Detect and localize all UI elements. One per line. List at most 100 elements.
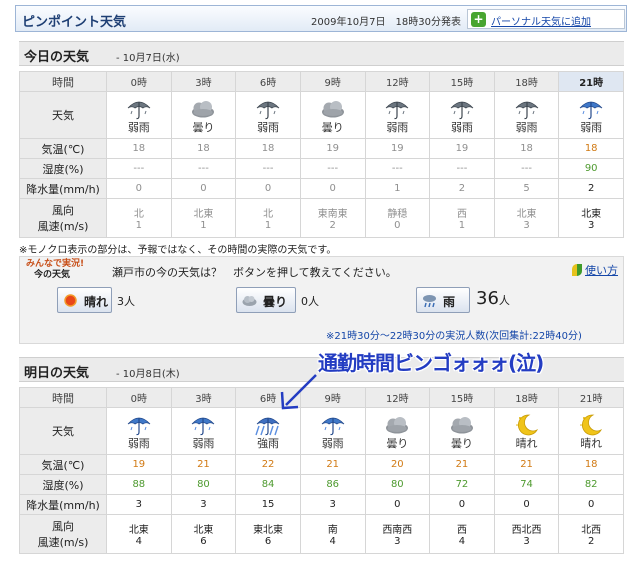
precipitation-cell: 0: [235, 178, 301, 199]
rain-count-unit: 人: [498, 294, 510, 307]
hour-cell: 18時: [493, 387, 560, 408]
humidity-cell: 84: [235, 474, 301, 495]
hour-cell: 15時: [429, 387, 495, 408]
wind-cell: 東北東 6: [235, 514, 301, 554]
precipitation-cell: 3: [170, 494, 237, 515]
weather-cell: 弱雨: [493, 91, 560, 139]
humidity-cell: 88: [106, 474, 172, 495]
beginner-leaf-icon: [572, 264, 582, 276]
header-bar: ピンポイント天気 2009年10月7日 18時30分発表 + パーソナル天気に追…: [15, 5, 627, 32]
wind-cell: 西南西 3: [364, 514, 431, 554]
umbrella-icon: [127, 101, 151, 119]
wind-cell: 北西 2: [558, 514, 624, 554]
label-weather: 天気: [19, 91, 107, 139]
temperature-cell: 18: [558, 138, 624, 159]
tomorrow-date: - 10月8日(木): [116, 369, 180, 380]
vote-rain-label: 雨: [443, 295, 456, 309]
label-precipitation: 降水量(mm/h): [19, 178, 107, 199]
vote-rain-button[interactable]: 雨: [416, 287, 470, 313]
hour-cell: 6時: [235, 71, 301, 92]
weather-cell: 弱雨: [558, 91, 624, 139]
umbrella-icon: [450, 101, 474, 119]
umbrella-icon: [192, 417, 215, 435]
heavy-rain-icon: [255, 417, 280, 435]
temperature-cell: 21: [493, 454, 560, 475]
live-report-badge: みんなで実況! 今の天気: [26, 259, 86, 281]
humidity-row: 湿度(%) --- --- --- --- --- --- --- 90: [19, 158, 624, 179]
hour-row: 時間 0時 3時 6時 9時 12時 15時 18時 21時: [19, 71, 624, 92]
wind-cell: 西1: [429, 198, 495, 238]
weather-row: 天気 弱雨 曇り 弱雨 曇り 弱雨 弱雨 弱雨 弱雨: [19, 91, 624, 139]
label-humidity: 湿度(%): [19, 474, 107, 495]
weather-cell: 弱雨: [235, 91, 301, 139]
label-time: 時間: [19, 387, 107, 408]
weather-page: ピンポイント天気 2009年10月7日 18時30分発表 + パーソナル天気に追…: [0, 0, 633, 567]
weather-cell: 強雨: [235, 407, 301, 455]
precipitation-cell: 0: [493, 494, 560, 515]
temperature-cell: 19: [364, 138, 431, 159]
umbrella-icon: [256, 101, 280, 119]
humidity-cell: ---: [106, 158, 172, 179]
cloud-icon: [386, 416, 409, 433]
weather-cell: 弱雨: [106, 91, 172, 139]
vote-cloudy-button[interactable]: 曇り: [236, 287, 296, 313]
temperature-cell: 21: [299, 454, 366, 475]
label-time: 時間: [19, 71, 107, 92]
wind-row: 風向 風速(m/s) 北東 4 北東 6 東北東 6 南 4 西南西 3 西 4 西北西 3 北西 2: [19, 514, 624, 554]
hour-cell: 21時: [558, 387, 624, 408]
humidity-cell: 74: [493, 474, 560, 495]
hour-cell: 18時: [493, 71, 560, 92]
weather-cell: 曇り: [364, 407, 431, 455]
badge-subtitle: 今の天気: [34, 270, 71, 280]
humidity-cell: ---: [170, 158, 237, 179]
humidity-cell: ---: [364, 158, 431, 179]
tomorrow-title: 明日の天気: [24, 366, 90, 381]
label-weather: 天気: [19, 407, 107, 455]
cloud-icon: [242, 296, 257, 306]
cloud-icon: [192, 100, 215, 117]
humidity-cell: 80: [364, 474, 431, 495]
precipitation-cell: 3: [299, 494, 366, 515]
precipitation-cell: 0: [106, 178, 172, 199]
weather-cell: 弱雨: [299, 407, 366, 455]
label-humidity: 湿度(%): [19, 158, 107, 179]
hour-row: 時間 0時 3時 6時 9時 12時 15時 18時 21時: [19, 387, 624, 408]
precipitation-cell: 0: [429, 494, 495, 515]
rain-icon: [423, 295, 436, 308]
add-personal-weather-button[interactable]: + パーソナル天気に追加: [467, 9, 625, 29]
how-to-use-link[interactable]: 使い方: [572, 262, 618, 278]
humidity-cell: 90: [558, 158, 624, 179]
tomorrow-forecast-table: 時間 0時 3時 6時 9時 12時 15時 18時 21時 天気 弱雨 弱雨 強雨 弱雨 曇り 曇り 晴れ晴…: [19, 387, 624, 554]
weather-row: 天気 弱雨 弱雨 強雨 弱雨 曇り 曇り 晴れ 晴れ: [19, 407, 624, 455]
today-title: 今日の天気: [24, 50, 90, 65]
add-personal-weather-label: パーソナル天気に追加: [491, 17, 591, 28]
vote-sunny-button[interactable]: 晴れ: [57, 287, 112, 313]
precipitation-cell: 0: [299, 178, 366, 199]
hour-cell: 15時: [429, 71, 495, 92]
wind-cell: 北東 6: [170, 514, 237, 554]
precipitation-cell: 0: [558, 494, 624, 515]
temperature-cell: 18: [558, 454, 624, 475]
temperature-cell: 19: [429, 138, 495, 159]
wind-cell: 西北西 3: [493, 514, 560, 554]
sunny-count: 3人: [117, 295, 135, 308]
commute-annotation: 通勤時間ビンゴォォォ(泣): [318, 351, 544, 375]
hour-cell: 3時: [170, 387, 237, 408]
wind-cell: 南4: [299, 514, 366, 554]
temperature-cell: 19: [299, 138, 366, 159]
hour-cell: 0時: [106, 387, 172, 408]
precipitation-cell: 2: [429, 178, 495, 199]
header-title: ピンポイント天気: [22, 15, 127, 30]
precipitation-row: 降水量(mm/h) 3 3 15 3 0 0 0 0: [19, 494, 624, 515]
live-report-panel: みんなで実況! 今の天気 瀬戸市の今の天気は？ ボタンを押して教えてください。 …: [19, 256, 624, 344]
temperature-row: 気温(℃) 19 21 22 21 20 21 21 18: [19, 454, 624, 475]
wind-cell: 東南東 2: [299, 198, 366, 238]
umbrella-icon: [515, 101, 538, 119]
cloudy-count: 0人: [301, 295, 319, 308]
precipitation-cell: 2: [558, 178, 624, 199]
wind-row: 風向 風速(m/s) 北 1 北東 1 北 1 東南東 2 静穏 0 西 1 北東 3 北東 3: [19, 198, 624, 238]
today-section-header: 今日の天気 - 10月7日(水): [19, 41, 624, 66]
weather-cell: 晴れ: [493, 407, 560, 455]
wind-cell: 北1: [106, 198, 172, 238]
monochrome-note: ※モノクロ表示の部分は、予報ではなく、その時間の実際の天気です。: [19, 245, 337, 256]
